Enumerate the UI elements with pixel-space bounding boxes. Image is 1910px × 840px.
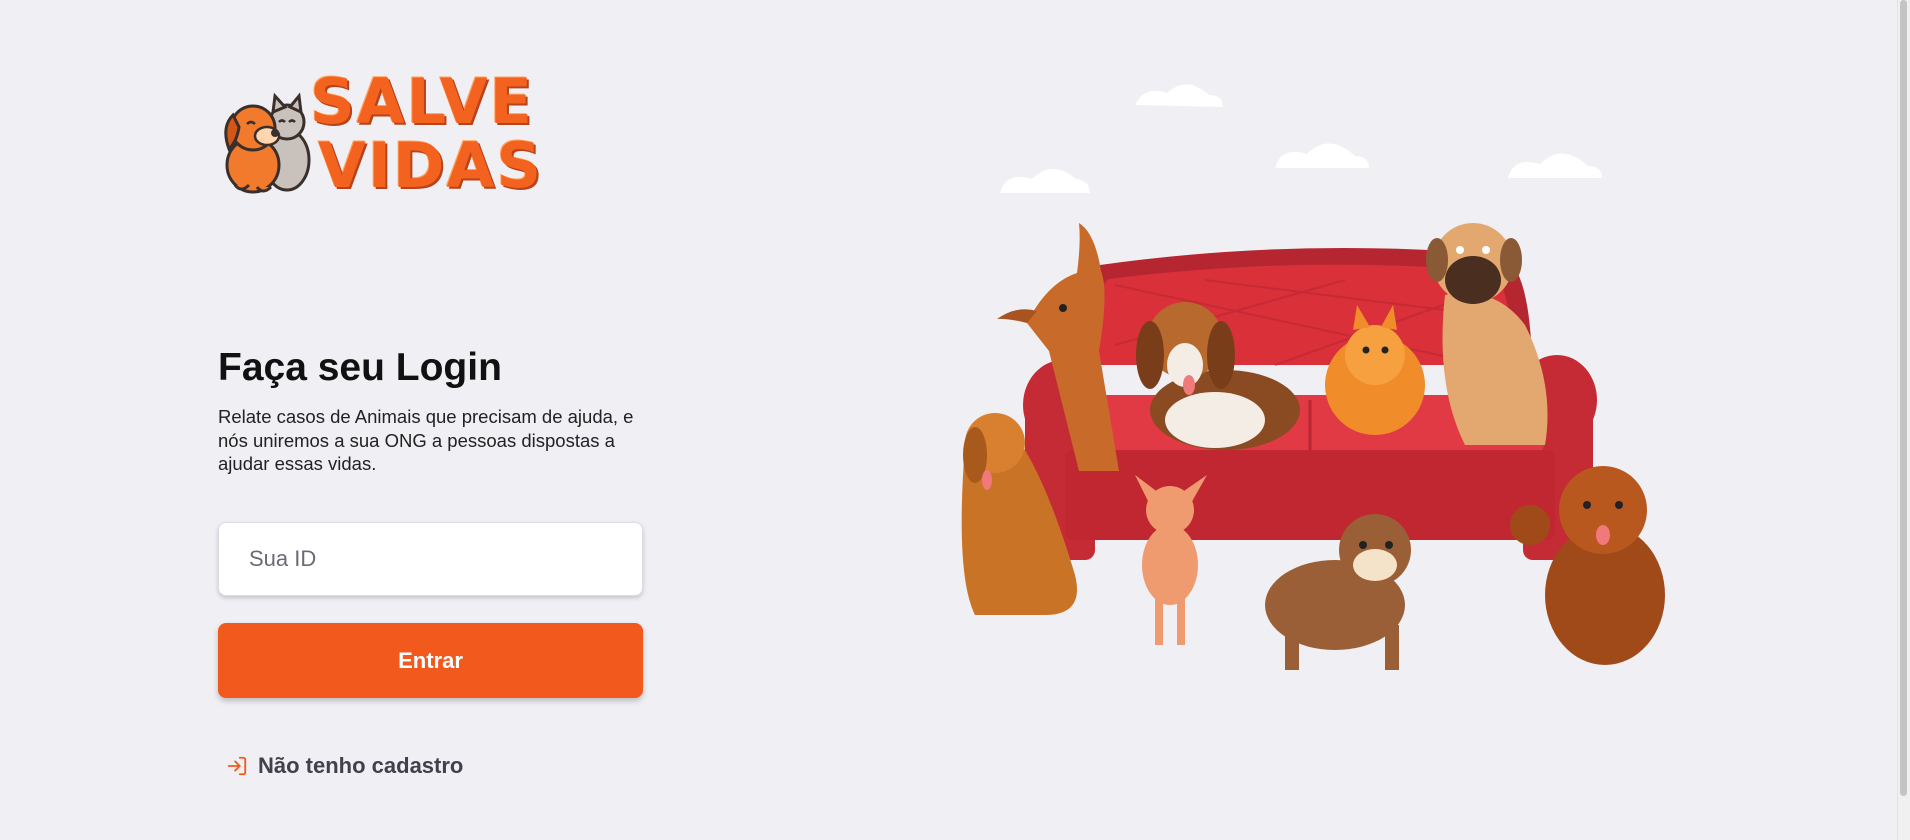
- dogs-on-sofa-illustration: [961, 84, 1665, 670]
- cloud-icons: [1000, 84, 1602, 193]
- vertical-scrollbar[interactable]: [1897, 0, 1910, 840]
- login-section: Faça seu Login Relate casos de Animais q…: [218, 345, 643, 778]
- logo-line-1: SALVE: [310, 65, 534, 138]
- login-description: Relate casos de Animais que precisam de …: [218, 406, 634, 474]
- enter-button[interactable]: Entrar: [218, 623, 643, 698]
- log-in-arrow-icon: [227, 756, 247, 776]
- dog-and-cat-logo-icon: [224, 92, 311, 194]
- logo: SALVE VIDAS: [215, 70, 541, 205]
- logo-wordmark: SALVE VIDAS: [310, 65, 544, 202]
- logo-line-2: VIDAS: [318, 129, 544, 202]
- register-link[interactable]: Não tenho cadastro: [226, 753, 463, 779]
- register-link-label: Não tenho cadastro: [258, 753, 464, 778]
- scrollbar-thumb[interactable]: [1900, 0, 1907, 796]
- hero-illustration: [945, 65, 1685, 765]
- id-input[interactable]: [218, 522, 643, 596]
- login-title: Faça seu Login: [218, 346, 502, 389]
